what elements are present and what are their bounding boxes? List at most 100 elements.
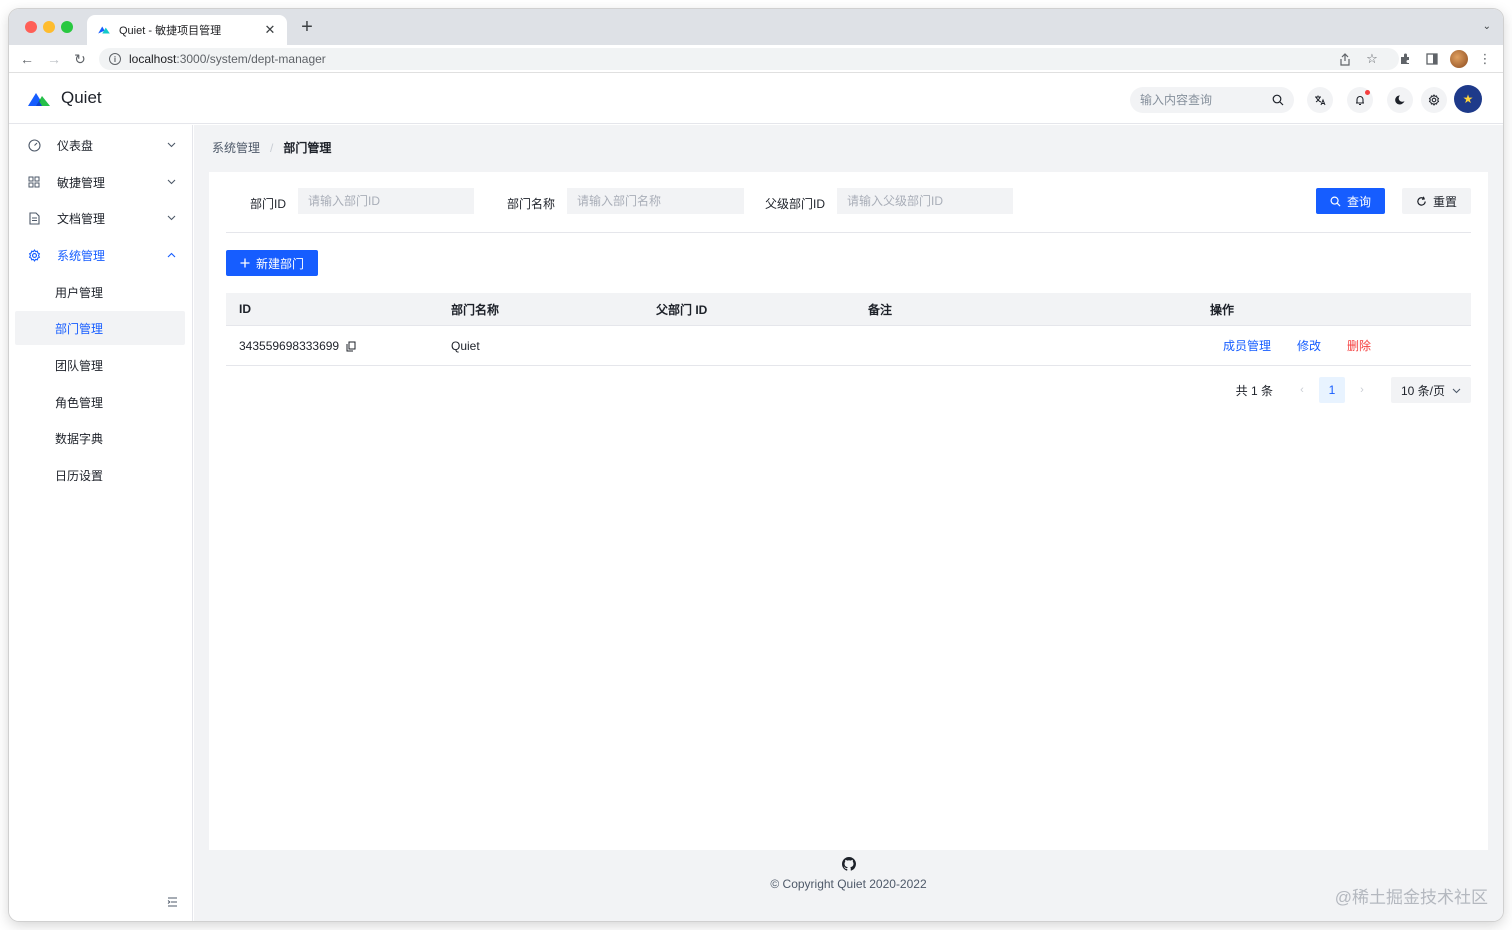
- browser-tab[interactable]: Quiet - 敏捷项目管理 ✕: [87, 15, 287, 45]
- user-avatar[interactable]: ★: [1454, 85, 1482, 113]
- share-icon[interactable]: [1336, 50, 1354, 68]
- dept-table: ID 部门名称 父部门 ID 备注 操作 343559698333699 Qui…: [226, 293, 1471, 366]
- quiet-logo-icon: [98, 26, 110, 34]
- plus-icon: [240, 258, 250, 268]
- pagination: 共 1 条 ‹ 1 › 10 条/页: [1236, 377, 1471, 403]
- edit-link[interactable]: 修改: [1297, 337, 1321, 354]
- chevron-down-icon: [167, 213, 177, 223]
- sidebar-item-system[interactable]: 系统管理: [15, 238, 185, 272]
- sidebar-item-users[interactable]: 用户管理: [15, 275, 185, 309]
- column-header-actions: 操作: [1210, 302, 1235, 317]
- dept-id-input[interactable]: [298, 188, 474, 214]
- sidebar-item-label: 敏捷管理: [57, 175, 106, 190]
- settings-button[interactable]: [1421, 87, 1447, 113]
- chevron-down-icon: [1452, 383, 1461, 397]
- sidebar-item-documents[interactable]: 文档管理: [15, 201, 185, 235]
- search-button[interactable]: 查询: [1316, 188, 1385, 214]
- chevron-down-icon: [167, 140, 177, 150]
- refresh-icon: [1416, 196, 1427, 207]
- language-button[interactable]: [1307, 87, 1333, 113]
- chevron-right-icon[interactable]: ›: [1349, 384, 1375, 396]
- dept-id-value: 343559698333699: [239, 338, 340, 353]
- tab-search-icon[interactable]: ⌄: [1483, 21, 1491, 32]
- sidebar-item-label: 文档管理: [57, 211, 106, 226]
- page-size-select[interactable]: 10 条/页: [1391, 377, 1471, 403]
- dept-id-label: 部门ID: [250, 197, 287, 211]
- sidebar-item-teams[interactable]: 团队管理: [15, 348, 185, 382]
- page-size-value: 10 条/页: [1401, 383, 1446, 398]
- breadcrumb-current: 部门管理: [283, 141, 332, 155]
- reset-button[interactable]: 重置: [1402, 188, 1471, 214]
- new-dept-button[interactable]: 新建部门: [226, 250, 318, 276]
- translate-icon: [1315, 95, 1326, 106]
- table-header: ID 部门名称 父部门 ID 备注 操作: [226, 293, 1471, 326]
- sidepanel-icon[interactable]: [1423, 50, 1441, 68]
- browser-tab-bar: Quiet - 敏捷项目管理 ✕ + ⌄: [9, 9, 1503, 45]
- sidebar-item-calendar[interactable]: 日历设置: [15, 458, 185, 492]
- search-button-label: 查询: [1346, 194, 1371, 209]
- app-header: Quiet ★: [9, 74, 1503, 124]
- theme-toggle-button[interactable]: [1387, 87, 1413, 113]
- watermark: @稀土掘金技术社区: [1334, 888, 1488, 907]
- maximize-window-button[interactable]: [61, 21, 73, 33]
- copy-icon[interactable]: [346, 341, 356, 352]
- sidebar-item-label: 系统管理: [57, 248, 106, 263]
- new-dept-button-label: 新建部门: [255, 256, 304, 271]
- site-info-icon[interactable]: i: [109, 53, 121, 65]
- sidebar: 仪表盘 敏捷管理 文档管理 系统管理 用户管理 部门管理 团队管理 角色管理 数…: [9, 125, 193, 921]
- url-field[interactable]: i localhost:3000/system/dept-manager: [99, 48, 1399, 70]
- search-icon[interactable]: [1272, 94, 1284, 106]
- new-tab-button[interactable]: +: [297, 17, 317, 37]
- collapse-menu-icon[interactable]: [165, 895, 179, 909]
- parent-id-input[interactable]: [837, 188, 1013, 214]
- back-icon[interactable]: ←: [17, 49, 37, 69]
- dept-name-input[interactable]: [567, 188, 744, 214]
- chevron-left-icon[interactable]: ‹: [1289, 384, 1315, 396]
- browser-menu-icon[interactable]: ⋮: [1476, 50, 1494, 68]
- column-header-parent-id: 父部门 ID: [656, 302, 708, 317]
- browser-address-bar: ← → ↻ i localhost:3000/system/dept-manag…: [9, 45, 1503, 73]
- column-header-id: ID: [239, 302, 251, 316]
- page-button-current[interactable]: 1: [1319, 377, 1345, 403]
- browser-profile-avatar[interactable]: [1450, 50, 1468, 68]
- breadcrumb-separator: /: [270, 140, 274, 155]
- document-icon: [27, 211, 41, 225]
- reload-icon[interactable]: ↻: [70, 49, 90, 69]
- quiet-logo-icon: [28, 93, 50, 106]
- url-text: localhost:3000/system/dept-manager: [129, 52, 326, 66]
- gear-icon: [27, 248, 41, 262]
- footer: © Copyright Quiet 2020-2022: [194, 857, 1503, 891]
- header-search-box[interactable]: [1130, 87, 1294, 113]
- cell-id: 343559698333699: [239, 339, 356, 353]
- close-window-button[interactable]: [25, 21, 37, 33]
- sidebar-item-dashboard[interactable]: 仪表盘: [15, 128, 185, 162]
- browser-window: Quiet - 敏捷项目管理 ✕ + ⌄ ← → ↻ i localhost:3…: [9, 9, 1503, 921]
- form-divider: [226, 232, 1471, 233]
- extensions-icon[interactable]: [1396, 50, 1414, 68]
- pagination-total: 共 1 条: [1235, 383, 1273, 398]
- breadcrumb-parent[interactable]: 系统管理: [212, 139, 260, 156]
- forward-icon[interactable]: →: [44, 49, 64, 69]
- sidebar-item-agile[interactable]: 敏捷管理: [15, 165, 185, 199]
- table-row: 343559698333699 Quiet 成员管理 修改 删除: [226, 326, 1471, 366]
- dashboard-icon: [27, 138, 41, 152]
- delete-link[interactable]: 删除: [1347, 337, 1371, 354]
- main-content: 系统管理 / 部门管理 部门ID 部门名称 父级部门ID 查询: [194, 125, 1503, 921]
- sidebar-item-roles[interactable]: 角色管理: [15, 385, 185, 419]
- member-manage-link[interactable]: 成员管理: [1223, 337, 1271, 354]
- github-icon[interactable]: [841, 857, 856, 871]
- column-header-name: 部门名称: [451, 302, 500, 317]
- dept-name-label: 部门名称: [507, 197, 556, 211]
- sidebar-item-departments[interactable]: 部门管理: [15, 311, 185, 345]
- search-form: 部门ID 部门名称 父级部门ID 查询 重置: [209, 172, 1488, 232]
- sidebar-item-dictionary[interactable]: 数据字典: [15, 421, 185, 455]
- gear-icon: [1428, 94, 1440, 106]
- header-search-input[interactable]: [1140, 93, 1272, 107]
- column-header-remark: 备注: [868, 302, 893, 317]
- minimize-window-button[interactable]: [43, 21, 55, 33]
- bookmark-star-icon[interactable]: ☆: [1363, 50, 1381, 68]
- app-name: Quiet: [61, 88, 102, 107]
- notification-button[interactable]: [1347, 87, 1373, 113]
- close-tab-icon[interactable]: ✕: [263, 22, 277, 38]
- dept-card: 部门ID 部门名称 父级部门ID 查询 重置: [209, 172, 1488, 850]
